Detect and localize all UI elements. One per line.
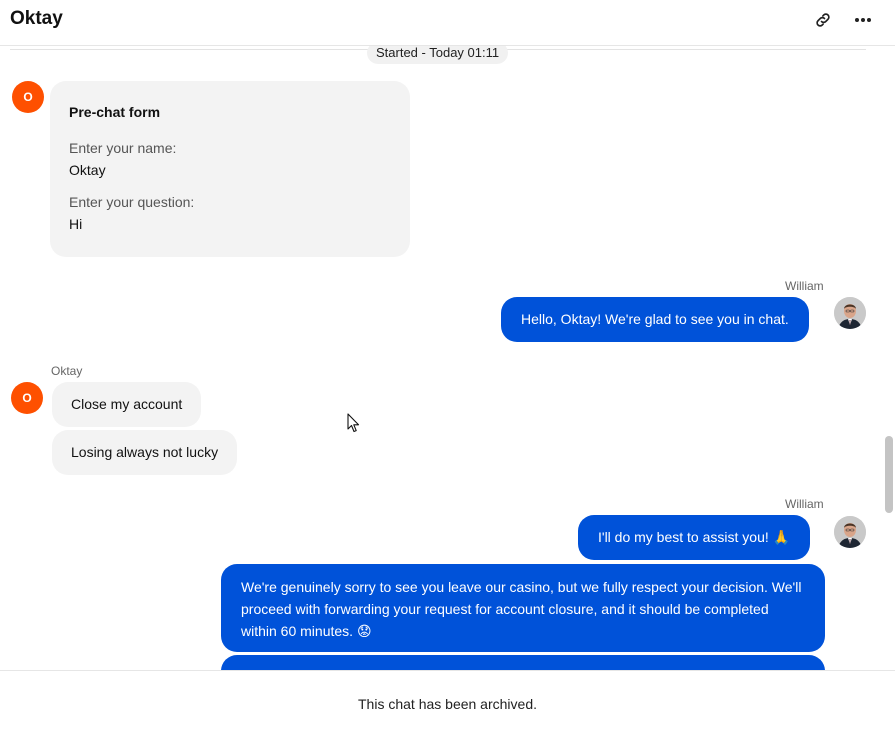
- agent-avatar-image: [834, 297, 866, 329]
- visitor-avatar: O: [12, 81, 44, 113]
- mouse-cursor-icon: [347, 413, 360, 433]
- agent-avatar-image: [834, 516, 866, 548]
- question-value: Hi: [69, 216, 83, 232]
- agent-message-partial: [221, 655, 825, 670]
- agent-message: I'll do my best to assist you! 🙏: [578, 515, 811, 560]
- agent-message: Hello, Oktay! We're glad to see you in c…: [501, 297, 809, 342]
- visitor-message: Losing always not lucky: [52, 430, 238, 475]
- name-label: Enter your name:: [69, 140, 177, 156]
- archived-footer: This chat has been archived.: [0, 670, 895, 712]
- more-horizontal-icon: [855, 18, 871, 22]
- agent-sender-name: William: [785, 279, 824, 293]
- question-label: Enter your question:: [69, 194, 195, 210]
- name-value: Oktay: [69, 162, 106, 178]
- visitor-message: Close my account: [52, 382, 202, 427]
- chat-transcript[interactable]: Started - Today 01:11 O Pre-chat form En…: [0, 46, 895, 670]
- chat-scrollbar[interactable]: [885, 436, 893, 513]
- copy-link-button[interactable]: [811, 8, 835, 32]
- chat-started-label: Started - Today 01:11: [367, 46, 509, 64]
- agent-avatar: [834, 516, 866, 548]
- visitor-avatar: O: [11, 382, 43, 414]
- agent-sender-name: William: [785, 497, 824, 511]
- archived-notice: This chat has been archived.: [358, 696, 537, 712]
- agent-message: We're genuinely sorry to see you leave o…: [221, 564, 825, 652]
- agent-avatar: [834, 297, 866, 329]
- more-options-button[interactable]: [850, 8, 876, 32]
- prechat-form-card: Pre-chat form Enter your name: Oktay Ent…: [50, 81, 410, 257]
- chat-header: Oktay: [0, 0, 895, 46]
- chat-title: Oktay: [10, 8, 63, 29]
- prechat-form-title: Pre-chat form: [69, 104, 161, 120]
- visitor-sender-name: Oktay: [51, 364, 83, 378]
- link-icon: [816, 13, 830, 27]
